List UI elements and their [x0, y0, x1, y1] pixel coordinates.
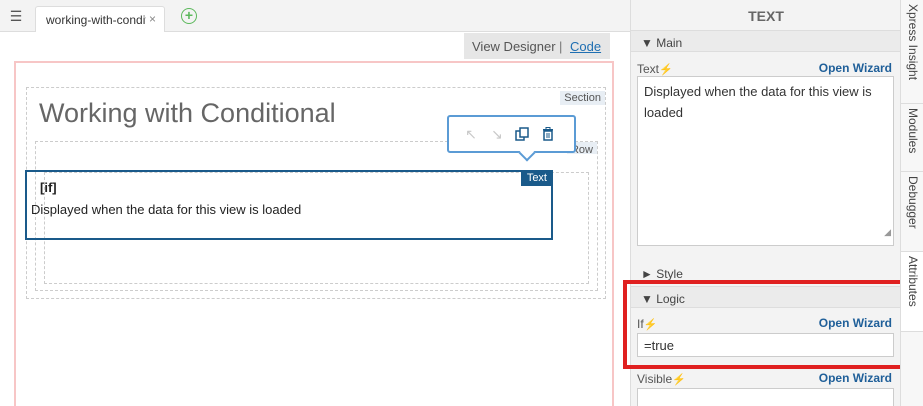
- vertical-tabs: Xpress Insight Modules Debugger Attribut…: [900, 0, 923, 406]
- visible-label-text: Visible: [637, 372, 673, 386]
- section-badge: Section: [560, 91, 605, 105]
- text-component[interactable]: Text [if] Displayed when the data for th…: [25, 170, 553, 240]
- editor-tab[interactable]: working-with-conditional ×: [35, 6, 165, 32]
- text-badge: Text: [520, 170, 553, 186]
- tab-label: working-with-conditional: [46, 13, 146, 27]
- code-link[interactable]: Code: [570, 39, 601, 54]
- panel-title: TEXT: [748, 8, 784, 24]
- main-group-label: ▼ Main: [641, 36, 683, 50]
- vtab-label: Debugger: [906, 176, 920, 229]
- text-open-wizard[interactable]: Open Wizard: [819, 61, 892, 75]
- move-up-left-icon: ↖: [465, 126, 477, 142]
- text-prop-value: Displayed when the data for this view is…: [644, 84, 872, 120]
- resize-grip-icon[interactable]: ◢: [884, 222, 891, 243]
- visible-prop-input[interactable]: [637, 388, 894, 406]
- vtab-modules[interactable]: Modules: [901, 104, 923, 172]
- delete-icon[interactable]: [537, 124, 559, 144]
- view-separator: |: [559, 39, 563, 54]
- component-toolbar: ↖ ↘: [447, 115, 576, 162]
- vtab-xpress-insight[interactable]: Xpress Insight: [901, 0, 923, 104]
- close-icon[interactable]: ×: [149, 12, 156, 26]
- vtab-debugger[interactable]: Debugger: [901, 172, 923, 252]
- sidebar-toggle-icon[interactable]: ☰: [8, 8, 24, 24]
- logic-highlight-box: [623, 280, 906, 369]
- visible-open-wizard[interactable]: Open Wizard: [819, 371, 892, 385]
- move-down-right-icon: ↘: [491, 126, 503, 142]
- view-switcher: View Designer | Code: [464, 33, 610, 59]
- vtab-attributes[interactable]: Attributes: [901, 252, 923, 332]
- visible-prop-label: Visible⚡: [637, 372, 686, 386]
- main-group-header[interactable]: ▼ Main: [631, 30, 901, 52]
- editor-tabbar: ☰ working-with-conditional × +: [0, 0, 630, 32]
- text-prop-label: Text⚡: [637, 62, 673, 76]
- if-label: [if]: [40, 180, 57, 195]
- bolt-icon: ⚡: [672, 374, 686, 386]
- text-component-content: Displayed when the data for this view is…: [31, 202, 302, 217]
- text-label: Text: [637, 62, 660, 76]
- view-designer-link[interactable]: View Designer: [472, 39, 556, 54]
- bolt-icon: ⚡: [659, 64, 673, 76]
- add-tab-icon[interactable]: +: [181, 8, 197, 24]
- vtab-label: Attributes: [906, 256, 920, 307]
- vtab-label: Xpress Insight: [906, 4, 920, 81]
- text-prop-input[interactable]: Displayed when the data for this view is…: [637, 76, 894, 246]
- vtab-label: Modules: [906, 108, 920, 154]
- page-title[interactable]: Working with Conditional: [39, 98, 336, 129]
- style-group-label: ► Style: [641, 267, 683, 281]
- duplicate-icon[interactable]: [511, 124, 533, 144]
